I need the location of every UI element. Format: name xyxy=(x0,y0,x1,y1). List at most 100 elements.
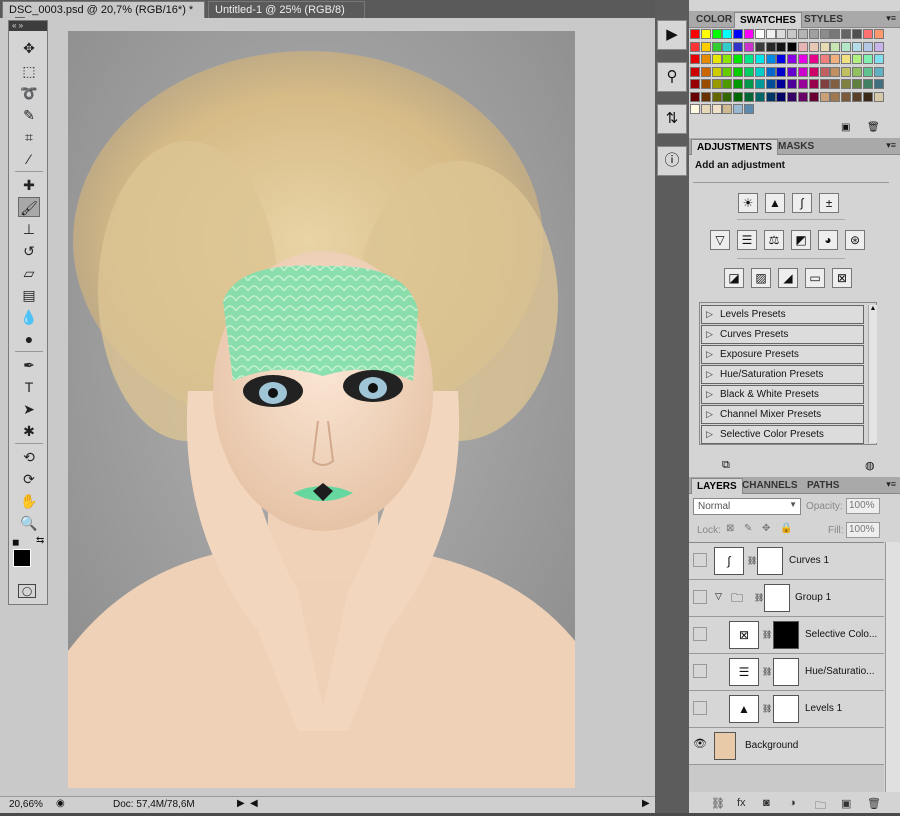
color-swatch[interactable] xyxy=(862,54,873,64)
color-swatch[interactable] xyxy=(690,29,700,39)
color-swatch[interactable] xyxy=(711,41,722,52)
link-layers-icon[interactable]: ⛓ xyxy=(711,797,725,810)
exposure-icon[interactable]: ± xyxy=(819,193,839,213)
eraser-tool-icon[interactable]: ▱ xyxy=(18,263,40,283)
color-swatch[interactable] xyxy=(690,41,700,52)
blur-tool-icon[interactable]: 💧 xyxy=(18,307,40,327)
type-tool-icon[interactable]: T xyxy=(18,377,40,397)
color-swatch[interactable] xyxy=(765,66,776,77)
color-swatch[interactable] xyxy=(798,79,808,89)
color-swatch[interactable] xyxy=(722,91,733,102)
tab-layers[interactable]: LAYERS xyxy=(691,478,743,494)
color-swatch[interactable] xyxy=(808,66,819,77)
foreground-color-swatch[interactable] xyxy=(13,549,31,567)
color-swatch[interactable] xyxy=(722,66,733,77)
color-swatch[interactable] xyxy=(852,91,862,102)
presets-scrollbar[interactable]: ▲ xyxy=(868,305,877,443)
lock-transparent-icon[interactable]: ⊠ xyxy=(726,523,734,534)
tab-styles[interactable]: STYLES xyxy=(799,12,848,28)
marquee-tool-icon[interactable]: ⬚ xyxy=(18,61,40,81)
color-swatch[interactable] xyxy=(787,91,798,102)
color-swatch[interactable] xyxy=(776,91,787,102)
tab-dsc-0003[interactable]: DSC_0003.psd @ 20,7% (RGB/16*) *✕ xyxy=(2,1,205,28)
color-swatch[interactable] xyxy=(744,29,754,39)
color-swatch[interactable] xyxy=(722,54,733,64)
scroll-left-arrow-icon[interactable]: ◀ xyxy=(250,798,258,809)
color-swatch[interactable] xyxy=(862,66,873,77)
color-swatch[interactable] xyxy=(690,91,700,102)
color-swatch[interactable] xyxy=(754,66,765,77)
color-swatch[interactable] xyxy=(690,54,700,64)
color-swatch[interactable] xyxy=(798,91,808,102)
color-swatch[interactable] xyxy=(852,54,862,64)
color-swatch[interactable] xyxy=(690,66,700,77)
color-swatch[interactable] xyxy=(744,79,754,89)
shape-tool-icon[interactable]: ✱ xyxy=(18,421,40,441)
color-swatch[interactable] xyxy=(787,54,798,64)
color-swatch[interactable] xyxy=(852,29,862,39)
threshold-icon[interactable]: ◢ xyxy=(778,268,798,288)
color-swatch[interactable] xyxy=(765,54,776,64)
color-swatch[interactable] xyxy=(700,104,711,114)
hand-tool-icon[interactable]: ✋ xyxy=(18,491,40,511)
color-swatch[interactable] xyxy=(776,29,787,39)
3d-orbit-tool-icon[interactable]: ⟳ xyxy=(18,469,40,489)
gradient-map-icon[interactable]: ▭ xyxy=(805,268,825,288)
color-swatch[interactable] xyxy=(808,91,819,102)
color-swatch[interactable] xyxy=(830,29,841,39)
brightness-icon[interactable]: ☀ xyxy=(738,193,758,213)
new-layer-icon[interactable]: ▣ xyxy=(841,797,851,810)
layer-group-1[interactable]: ▽ 🗀 ⛓ Group 1 xyxy=(689,580,884,617)
color-swatch[interactable] xyxy=(862,41,873,52)
fill-field[interactable]: 100% xyxy=(846,522,880,538)
color-swatch[interactable] xyxy=(776,54,787,64)
color-swatch[interactable] xyxy=(700,54,711,64)
color-swatch[interactable] xyxy=(776,66,787,77)
color-swatch[interactable] xyxy=(787,79,798,89)
eye-icon[interactable]: 👁 xyxy=(693,738,707,752)
color-swatch[interactable] xyxy=(841,91,852,102)
color-swatch[interactable] xyxy=(744,91,754,102)
layer-selective-color[interactable]: ⊠ ⛓ Selective Colo... xyxy=(689,617,884,654)
color-swatch[interactable] xyxy=(754,54,765,64)
pen-tool-icon[interactable]: ✒ xyxy=(18,355,40,375)
layer-mask-thumbnail[interactable] xyxy=(764,584,790,612)
dodge-tool-icon[interactable]: ● xyxy=(18,329,40,349)
color-swatch[interactable] xyxy=(754,29,765,39)
color-swatch[interactable] xyxy=(776,79,787,89)
preset-curves[interactable]: Curves Presets xyxy=(701,325,864,344)
color-swatch[interactable] xyxy=(700,29,711,39)
info-icon[interactable]: ⓘ xyxy=(657,146,687,176)
color-swatch[interactable] xyxy=(733,91,744,102)
layer-mask-thumbnail[interactable] xyxy=(773,695,799,723)
color-swatch[interactable] xyxy=(754,91,765,102)
color-swatch[interactable] xyxy=(841,29,852,39)
color-swatch[interactable] xyxy=(733,29,744,39)
color-swatch[interactable] xyxy=(852,66,862,77)
color-swatch[interactable] xyxy=(830,79,841,89)
layer-background[interactable]: 👁 Background xyxy=(689,728,884,765)
black-white-icon[interactable]: ◩ xyxy=(791,230,811,250)
preset-channel-mixer[interactable]: Channel Mixer Presets xyxy=(701,405,864,424)
new-swatch-icon[interactable]: ▣ xyxy=(841,122,850,133)
color-swatch[interactable] xyxy=(744,66,754,77)
color-swatch[interactable] xyxy=(711,104,722,114)
channel-mixer-icon[interactable]: ⊛ xyxy=(845,230,865,250)
status-options-icon[interactable]: ◉ xyxy=(56,798,65,809)
crop-tool-icon[interactable]: ⌗ xyxy=(18,127,40,147)
panel-menu-icon[interactable]: ▾≡ xyxy=(886,479,896,490)
healing-brush-tool-icon[interactable]: ✚ xyxy=(18,175,40,195)
color-swatch[interactable] xyxy=(711,66,722,77)
layer-mask-thumbnail[interactable] xyxy=(757,547,783,575)
default-colors-icon[interactable]: ◼ xyxy=(12,537,19,548)
color-swatch[interactable] xyxy=(798,41,808,52)
clone-stamp-tool-icon[interactable]: ⊥ xyxy=(18,219,40,239)
opacity-field[interactable]: 100% xyxy=(846,498,880,514)
layer-hue-saturation[interactable]: ☰ ⛓ Hue/Saturatio... xyxy=(689,654,884,691)
toolbox-header[interactable]: « » xyxy=(9,21,47,31)
lock-image-icon[interactable]: ✎ xyxy=(744,523,752,534)
invert-icon[interactable]: ◪ xyxy=(724,268,744,288)
color-swatch[interactable] xyxy=(690,79,700,89)
color-swatch[interactable] xyxy=(819,91,830,102)
gradient-tool-icon[interactable]: ▤ xyxy=(18,285,40,305)
